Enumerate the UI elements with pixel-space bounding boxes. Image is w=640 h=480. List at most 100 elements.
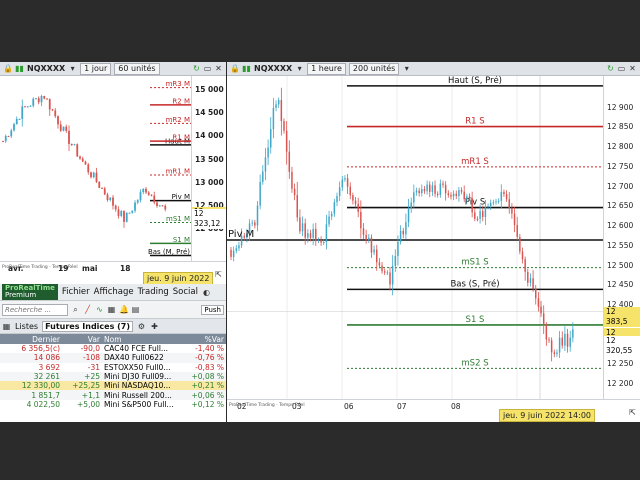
- table-row[interactable]: 32 261 +25 Mini DJ30 Full09... +0,08 %: [0, 371, 226, 382]
- refresh-icon[interactable]: ↻: [606, 64, 615, 73]
- left-units-select[interactable]: 60 unités: [114, 62, 160, 75]
- lock-icon[interactable]: 🔒: [230, 64, 240, 73]
- right-date-tag: jeu. 9 juin 2022 14:00: [499, 409, 596, 422]
- time-tick: 06: [344, 402, 354, 411]
- axis-settings-icon[interactable]: ⇱: [214, 270, 223, 279]
- right-chart-toolbar: 🔒 ▮▮ NQXXXX ▾ 1 heure 200 unités ▾ ↻ ▭ ✕: [227, 62, 640, 76]
- chart-type-icon[interactable]: ▦: [107, 305, 116, 314]
- add-list-icon[interactable]: ✚: [150, 322, 159, 331]
- axis-settings-icon[interactable]: ⇱: [628, 408, 637, 417]
- cell-var: -90,0: [80, 344, 100, 354]
- left-symbol[interactable]: NQXXXX: [27, 64, 65, 73]
- table-row[interactable]: 14 086 -108 DAX40 Full0622 -0,76 %: [0, 353, 226, 363]
- price-tag[interactable]: 12 323,12: [192, 209, 226, 230]
- list-settings-icon[interactable]: ⚙: [137, 322, 146, 331]
- price-tag[interactable]: 12 383,5: [604, 306, 640, 327]
- candle-body: [542, 313, 545, 326]
- col-dernier[interactable]: Dernier: [0, 334, 62, 344]
- draw-line-icon[interactable]: ╱: [83, 305, 92, 314]
- screener-icon[interactable]: ▤: [131, 305, 140, 314]
- candle-body: [317, 239, 320, 241]
- price-tag[interactable]: 12 320,55: [604, 335, 640, 356]
- candle-body: [40, 96, 43, 103]
- right-price-axis[interactable]: 12 900 12 850 12 800 12 750 12 700 12 650 12 6…: [603, 76, 640, 400]
- menu-fichier[interactable]: Fichier: [62, 287, 90, 297]
- indicator-icon[interactable]: ∿: [95, 305, 104, 314]
- lock-icon[interactable]: 🔒: [3, 64, 13, 73]
- price-tick: 12 200: [607, 379, 634, 389]
- col-var[interactable]: Var: [62, 334, 102, 344]
- candle-body: [26, 106, 29, 108]
- candle-body: [301, 223, 304, 232]
- table-row[interactable]: 4 022,50 +5,00 Mini S&P500 Full... +0,12 %: [0, 400, 226, 409]
- alert-bell-icon[interactable]: 🔔: [119, 305, 129, 314]
- grip-icon[interactable]: ▮▮: [15, 64, 24, 73]
- search-input[interactable]: [2, 303, 68, 316]
- table-row[interactable]: 12 330,00 +25,25 Mini NASDAQ10... +0,21 %: [0, 381, 226, 391]
- candle-body: [447, 193, 450, 196]
- right-timeframe-select[interactable]: 1 heure: [307, 62, 346, 75]
- minimize-icon[interactable]: ▭: [203, 64, 212, 73]
- candle-body: [346, 178, 349, 187]
- candle-body: [410, 202, 412, 209]
- push-button[interactable]: Push: [201, 304, 224, 315]
- candle-body: [150, 194, 153, 196]
- candle-body: [275, 104, 277, 109]
- right-symbol[interactable]: NQXXXX: [254, 64, 292, 73]
- col-nom[interactable]: Nom: [102, 334, 176, 344]
- close-icon[interactable]: ✕: [214, 64, 223, 73]
- candle-body: [492, 202, 495, 204]
- candle-body: [537, 298, 540, 307]
- menu-social[interactable]: Social: [173, 287, 198, 297]
- candle-body: [18, 118, 21, 120]
- candle-body: [117, 209, 120, 216]
- candle-body: [450, 195, 452, 197]
- tab-futures-indices[interactable]: Futures Indices (7): [42, 320, 134, 332]
- menu-affichage[interactable]: Affichage: [94, 287, 134, 297]
- chevron-down-icon[interactable]: ▾: [68, 64, 77, 73]
- candle-body: [81, 158, 84, 162]
- right-candlestick-chart[interactable]: Haut (S, Pré) R1 S mR1 S Piv S mS1 S Bas (S, …: [227, 76, 604, 400]
- level-label: mR1 M: [166, 168, 190, 176]
- candle-body: [43, 96, 46, 99]
- table-row[interactable]: 3 692 -31 ESTOXX50 Full0... -0,83 %: [0, 363, 226, 372]
- table-row[interactable]: 1 851,7 +1,1 Mini Russell 200... +0,06 %: [0, 390, 226, 400]
- candle-body: [142, 188, 145, 193]
- candle-body: [73, 144, 76, 146]
- candle-body: [136, 200, 139, 203]
- magnifier-icon[interactable]: ⌕: [71, 305, 80, 314]
- list-grid-icon[interactable]: ▦: [2, 322, 11, 331]
- candle-body: [272, 108, 275, 130]
- table-row[interactable]: 6 356,5(c) -90,0 CAC40 FCE Full... -1,40 %: [0, 344, 226, 353]
- menu-trading[interactable]: Trading: [138, 287, 169, 297]
- price-tick: 12 750: [607, 161, 634, 171]
- right-units-select[interactable]: 200 unités: [348, 62, 400, 75]
- grip-icon[interactable]: ▮▮: [242, 64, 251, 73]
- candle-body: [128, 212, 131, 214]
- candle-body: [516, 225, 518, 237]
- candle-body: [471, 198, 473, 213]
- level-label: mR3 M: [166, 80, 190, 88]
- candle-body: [288, 151, 291, 172]
- overflow-icon[interactable]: ◐: [202, 288, 211, 297]
- close-icon[interactable]: ✕: [628, 64, 637, 73]
- chevron-down-icon[interactable]: ▾: [295, 64, 304, 73]
- left-credit: ProRealTime Trading · Temps Réel: [2, 265, 78, 270]
- refresh-icon[interactable]: ↻: [192, 64, 201, 73]
- left-candlestick-chart[interactable]: mR3 MR2 MmR2 MHaut MR1 MmR1 MPiv MmS1 MS…: [0, 76, 192, 262]
- chevron-down-icon[interactable]: ▾: [402, 64, 411, 73]
- tab-listes[interactable]: Listes: [15, 322, 38, 331]
- candle-body: [90, 172, 92, 178]
- minimize-icon[interactable]: ▭: [617, 64, 626, 73]
- col-pct-var[interactable]: %Var: [176, 334, 226, 344]
- cell-pct: +0,21 %: [176, 381, 226, 391]
- candle-body: [312, 228, 314, 238]
- left-price-axis[interactable]: 15 00014 50014 00013 50013 00012 50012 0…: [191, 76, 226, 262]
- cell-nom: Mini NASDAQ10...: [102, 381, 176, 391]
- candle-body: [540, 306, 542, 314]
- price-tick: 12 650: [607, 201, 634, 211]
- left-timeframe-select[interactable]: 1 jour: [80, 62, 112, 75]
- candle-body: [513, 213, 516, 226]
- candle-body: [315, 228, 317, 241]
- candle-body: [109, 197, 112, 201]
